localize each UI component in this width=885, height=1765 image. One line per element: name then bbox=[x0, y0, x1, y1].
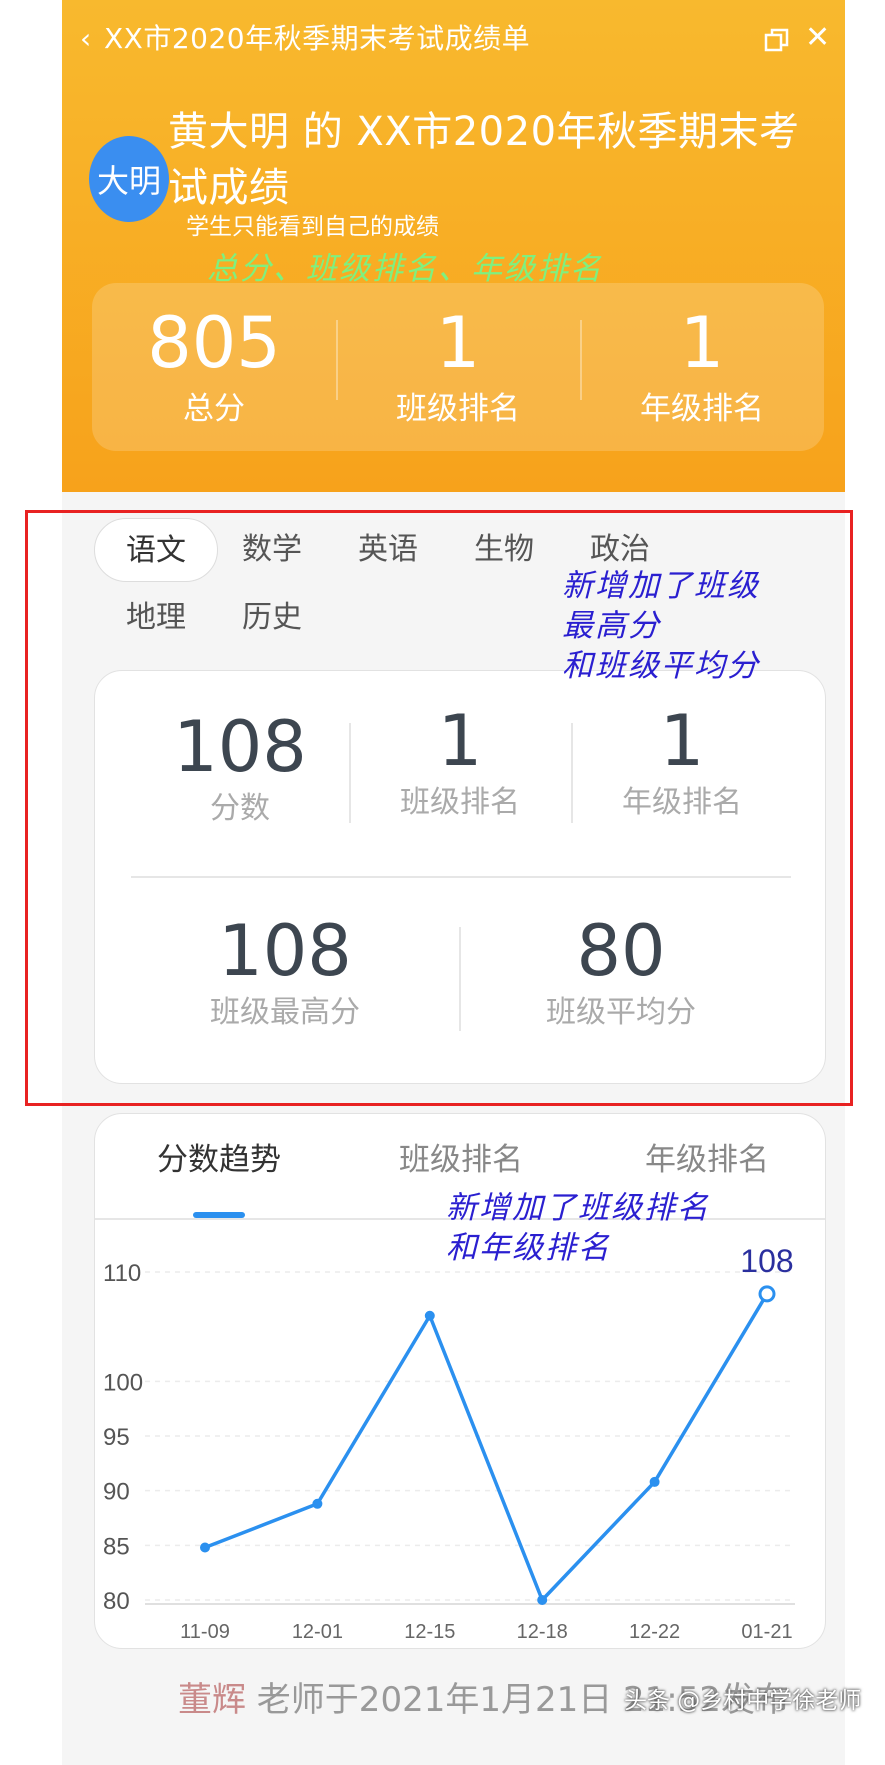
avatar: 大明 bbox=[89, 136, 169, 222]
data-point bbox=[649, 1476, 660, 1487]
grade-rank-label: 年级排名 bbox=[640, 391, 764, 427]
y-tick-label: 85 bbox=[103, 1533, 130, 1560]
class-rank-value: 1 bbox=[435, 302, 481, 384]
total-score-value: 805 bbox=[147, 302, 281, 384]
grade-rank-value: 1 bbox=[679, 302, 725, 384]
total-score-label: 总分 bbox=[183, 391, 245, 427]
annotation-trend: 新增加了班级排名 和年级排名 bbox=[446, 1190, 710, 1266]
teacher-name: 董辉 bbox=[178, 1680, 246, 1720]
data-point bbox=[758, 1285, 776, 1303]
class-rank-label: 班级排名 bbox=[396, 391, 520, 427]
y-tick-label: 80 bbox=[103, 1588, 130, 1615]
window-title: XX市2020年秋季期末考试成绩单 bbox=[104, 22, 531, 55]
y-tick-label: 110 bbox=[103, 1260, 141, 1287]
x-tick-label: 01-21 bbox=[741, 1621, 792, 1643]
visibility-hint: 学生只能看到自己的成绩 bbox=[186, 214, 439, 240]
x-tick-label: 12-15 bbox=[404, 1621, 455, 1643]
class-rank-stat: 1 班级排名 bbox=[336, 304, 580, 430]
watermark: 头条 @乡村中学徐老师 bbox=[624, 1688, 862, 1714]
y-tick-label: 90 bbox=[103, 1479, 130, 1506]
data-point bbox=[424, 1310, 435, 1321]
data-point bbox=[312, 1498, 323, 1509]
data-label: 108 bbox=[740, 1243, 793, 1279]
y-tick-label: 100 bbox=[103, 1369, 143, 1396]
restore-window-icon[interactable] bbox=[762, 26, 792, 56]
x-tick-label: 12-01 bbox=[292, 1621, 343, 1643]
chevron-left-icon[interactable]: ‹ bbox=[80, 24, 91, 54]
title-bar: ‹ XX市2020年秋季期末考试成绩单 ✕ bbox=[62, 0, 845, 78]
y-tick-label: 95 bbox=[103, 1424, 130, 1451]
data-point bbox=[537, 1595, 548, 1605]
total-score-stat: 805 总分 bbox=[92, 304, 336, 430]
score-trend-line bbox=[204, 1292, 769, 1602]
grade-rank-stat: 1 年级排名 bbox=[580, 304, 824, 430]
x-tick-label: 11-09 bbox=[180, 1621, 230, 1643]
data-point bbox=[200, 1542, 210, 1553]
x-tick-label: 12-18 bbox=[517, 1621, 568, 1643]
page-title: 黄大明 的 XX市2020年秋季期末考试成绩 bbox=[168, 109, 800, 211]
x-tick-label: 12-22 bbox=[629, 1621, 680, 1643]
summary-card: 805 总分 1 班级排名 1 年级排名 bbox=[92, 283, 824, 451]
close-icon[interactable]: ✕ bbox=[805, 22, 830, 54]
annotation-highlight-box bbox=[25, 510, 853, 1106]
report-header: ‹ XX市2020年秋季期末考试成绩单 ✕ 大明 黄大明 的 XX市2020年秋… bbox=[62, 0, 845, 492]
